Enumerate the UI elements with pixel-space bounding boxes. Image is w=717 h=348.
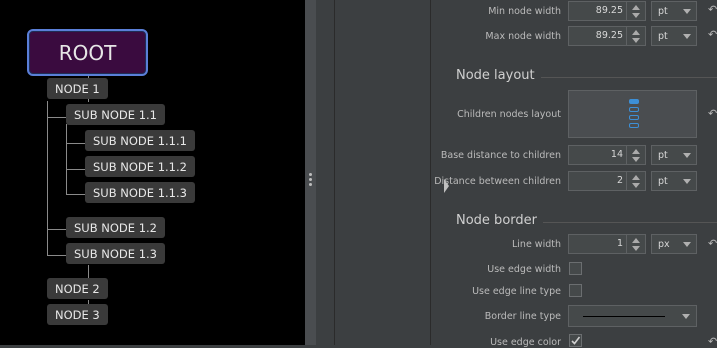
- undo-arrow-icon[interactable]: ↶: [708, 29, 717, 41]
- arrow-down-icon: [632, 246, 640, 251]
- line-width-value: 1: [616, 238, 623, 249]
- sub-node-1-1-2[interactable]: SUB NODE 1.1.2: [85, 156, 195, 177]
- spinner-arrows[interactable]: [626, 235, 645, 253]
- sub-node-1-1[interactable]: SUB NODE 1.1: [66, 104, 165, 125]
- panel-splitter[interactable]: [305, 0, 316, 345]
- arrow-down-icon: [632, 157, 640, 162]
- use-edge-width-checkbox[interactable]: [569, 262, 582, 275]
- vertical-ellipsis-icon: [309, 178, 312, 181]
- connector-line: [47, 255, 66, 256]
- use-edge-line-type-checkbox[interactable]: [569, 284, 582, 297]
- properties-panel: Min node width 89.25 pt ↶ Max node width…: [431, 0, 717, 348]
- root-node[interactable]: ROOT: [27, 29, 148, 76]
- vertical-ellipsis-icon: [309, 173, 312, 176]
- chevron-down-icon: [683, 242, 691, 247]
- undo-arrow-icon[interactable]: ↶: [708, 336, 717, 348]
- solid-line-preview: [583, 316, 665, 317]
- arrow-up-icon: [632, 175, 640, 180]
- min-node-width-value: 89.25: [595, 5, 623, 16]
- node-2[interactable]: NODE 2: [47, 278, 108, 299]
- unit-text: px: [658, 239, 670, 250]
- expand-arrow-icon[interactable]: [444, 179, 449, 193]
- spinner-arrows[interactable]: [626, 172, 645, 190]
- node-border-heading: Node border: [456, 213, 537, 228]
- sub-node-1-1-3[interactable]: SUB NODE 1.1.3: [85, 182, 195, 203]
- use-edge-line-type-label: Use edge line type: [472, 286, 561, 297]
- node-layout-heading: Node layout: [456, 68, 535, 83]
- use-edge-color-label: Use edge color: [490, 337, 561, 348]
- distance-between-unit[interactable]: pt: [651, 171, 697, 191]
- connector-line: [66, 169, 85, 170]
- connector-line: [47, 229, 66, 230]
- sub-node-1-2[interactable]: SUB NODE 1.2: [66, 217, 165, 238]
- line-width-spinner[interactable]: 1: [568, 234, 646, 254]
- undo-arrow-icon[interactable]: ↶: [708, 108, 717, 120]
- max-node-width-unit[interactable]: pt: [651, 26, 697, 46]
- arrow-up-icon: [632, 149, 640, 154]
- panel-gutter: [316, 0, 334, 345]
- min-node-width-label: Min node width: [488, 6, 561, 17]
- spinner-arrows[interactable]: [626, 27, 645, 45]
- spinner-arrows[interactable]: [626, 2, 645, 20]
- connector-line: [66, 143, 85, 144]
- unit-text: pt: [658, 6, 668, 17]
- chevron-down-icon: [683, 153, 691, 158]
- border-line-type-select[interactable]: [568, 305, 697, 327]
- sub-node-1-1-1[interactable]: SUB NODE 1.1.1: [85, 130, 195, 151]
- undo-arrow-icon[interactable]: ↶: [708, 238, 717, 250]
- node-3[interactable]: NODE 3: [47, 304, 108, 325]
- arrow-up-icon: [632, 238, 640, 243]
- chevron-down-icon: [683, 34, 691, 39]
- undo-arrow-icon[interactable]: ↶: [708, 4, 717, 16]
- node-1[interactable]: NODE 1: [47, 78, 108, 99]
- spinner-arrows[interactable]: [626, 146, 645, 164]
- connector-line: [66, 194, 85, 195]
- layout-block-icon: [629, 115, 639, 120]
- panel-column: [335, 0, 430, 345]
- max-node-width-value: 89.25: [595, 30, 623, 41]
- min-node-width-unit[interactable]: pt: [651, 1, 697, 21]
- unit-text: pt: [658, 176, 668, 187]
- distance-between-label: Distance between children: [434, 176, 561, 187]
- chevron-down-icon: [683, 179, 691, 184]
- arrow-up-icon: [632, 5, 640, 10]
- chevron-down-icon: [683, 9, 691, 14]
- section-divider: [541, 77, 717, 78]
- max-node-width-spinner[interactable]: 89.25: [568, 26, 646, 46]
- line-width-unit[interactable]: px: [651, 234, 697, 254]
- children-nodes-layout-label: Children nodes layout: [457, 109, 561, 120]
- distance-between-spinner[interactable]: 2: [568, 171, 646, 191]
- max-node-width-label: Max node width: [485, 31, 561, 42]
- checkmark-icon: [571, 336, 581, 345]
- layout-block-icon: [629, 123, 639, 128]
- use-edge-color-checkbox[interactable]: [569, 334, 582, 347]
- connector-line: [88, 265, 89, 279]
- use-edge-width-label: Use edge width: [487, 264, 561, 275]
- arrow-down-icon: [632, 183, 640, 188]
- unit-text: pt: [658, 150, 668, 161]
- connector-line: [66, 124, 67, 194]
- unit-text: pt: [658, 31, 668, 42]
- base-distance-label: Base distance to children: [440, 150, 561, 161]
- border-line-type-label: Border line type: [484, 311, 561, 322]
- arrow-up-icon: [632, 30, 640, 35]
- layout-block-icon: [629, 107, 639, 112]
- line-width-label: Line width: [511, 239, 561, 250]
- arrow-down-icon: [632, 38, 640, 43]
- sub-node-1-3[interactable]: SUB NODE 1.3: [66, 243, 165, 264]
- arrow-down-icon: [632, 13, 640, 18]
- section-divider: [543, 222, 717, 223]
- base-distance-unit[interactable]: pt: [651, 145, 697, 165]
- connector-line: [47, 101, 48, 256]
- min-node-width-spinner[interactable]: 89.25: [568, 1, 646, 21]
- chevron-down-icon: [682, 314, 690, 319]
- distance-between-value: 2: [616, 175, 623, 186]
- base-distance-value: 14: [610, 149, 623, 160]
- children-layout-selector[interactable]: [568, 90, 697, 138]
- base-distance-spinner[interactable]: 14: [568, 145, 646, 165]
- connector-line: [47, 117, 66, 118]
- vertical-ellipsis-icon: [309, 183, 312, 186]
- layout-block-icon: [629, 99, 639, 104]
- mindmap-canvas[interactable]: ROOT NODE 1 SUB NODE 1.1 SUB NODE 1.1.1 …: [0, 0, 305, 345]
